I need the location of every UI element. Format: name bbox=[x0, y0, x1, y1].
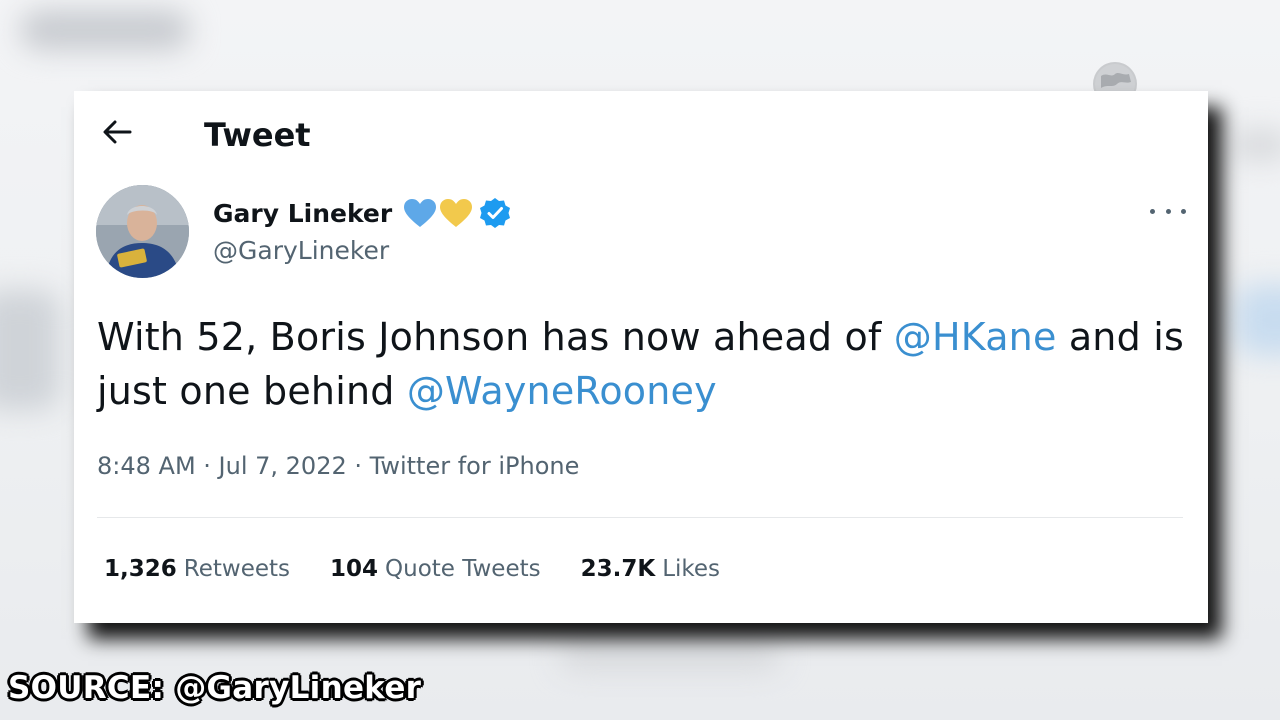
quote-tweets-count: 104 bbox=[330, 556, 379, 582]
retweets-label: Retweets bbox=[183, 556, 290, 582]
likes-stat[interactable]: 23.7K Likes bbox=[581, 556, 720, 582]
back-button[interactable] bbox=[100, 117, 134, 147]
background-blur bbox=[1230, 130, 1280, 160]
quote-tweets-stat[interactable]: 104 Quote Tweets bbox=[330, 556, 541, 582]
divider bbox=[97, 517, 1183, 518]
tweet-stats: 1,326 Retweets 104 Quote Tweets 23.7K Li… bbox=[104, 556, 760, 582]
likes-count: 23.7K bbox=[580, 556, 656, 582]
blue-heart-icon bbox=[404, 199, 437, 227]
mention-link-waynerooney[interactable]: @WayneRooney bbox=[407, 369, 717, 413]
tweet-text: With 52, Boris Johnson has now ahead of … bbox=[97, 310, 1187, 418]
meta-separator: · bbox=[195, 452, 219, 480]
tweet-source[interactable]: Twitter for iPhone bbox=[370, 452, 580, 480]
mention-link-hkane[interactable]: @HKane bbox=[894, 315, 1057, 359]
quote-tweets-label: Quote Tweets bbox=[385, 556, 541, 582]
retweets-stat[interactable]: 1,326 Retweets bbox=[104, 556, 290, 582]
tweet-metadata: 8:48 AM · Jul 7, 2022 · Twitter for iPho… bbox=[97, 452, 579, 480]
retweets-count: 1,326 bbox=[104, 556, 177, 582]
avatar[interactable] bbox=[96, 185, 189, 278]
arrow-left-icon bbox=[103, 120, 132, 144]
more-dots-icon bbox=[1181, 208, 1186, 214]
author-handle[interactable]: @GaryLineker bbox=[213, 236, 389, 265]
background-blur bbox=[560, 640, 780, 670]
more-dots-icon bbox=[1165, 208, 1171, 214]
source-caption: SOURCE: @GaryLineker bbox=[8, 670, 422, 706]
background-blur bbox=[1235, 285, 1280, 355]
yellow-heart-icon bbox=[440, 199, 473, 227]
verified-badge-icon bbox=[480, 198, 511, 228]
background-blur bbox=[0, 290, 60, 410]
tweet-time[interactable]: 8:48 AM bbox=[97, 452, 196, 480]
tweet-date[interactable]: Jul 7, 2022 bbox=[219, 452, 347, 480]
meta-separator: · bbox=[346, 452, 370, 480]
author-display-name[interactable]: Gary Lineker bbox=[213, 199, 392, 228]
background-blur bbox=[20, 10, 190, 50]
more-dots-icon bbox=[1150, 208, 1155, 214]
more-options-button[interactable] bbox=[1150, 200, 1186, 222]
page-title: Tweet bbox=[204, 116, 311, 154]
likes-label: Likes bbox=[662, 556, 721, 582]
tweet-text-segment: With 52, Boris Johnson has now ahead of bbox=[97, 315, 894, 359]
